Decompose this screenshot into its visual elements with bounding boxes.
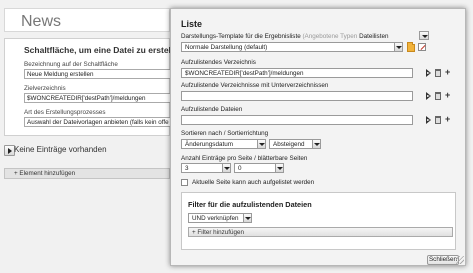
panel-title: Schaltfläche, um eine Datei zu erstellen	[24, 45, 184, 55]
template-label: Darstellungs-Template für die Ergebnisli…	[181, 33, 388, 40]
button-label-input[interactable]: Neue Meldung erstellen	[24, 69, 174, 79]
creation-type-select[interactable]: Auswahl der Dateivorlagen anbieten (fall…	[24, 117, 174, 127]
subdirs-actions: +	[426, 90, 452, 100]
sort-label: Sortieren nach / Sortierrichtung	[181, 130, 269, 137]
template-label-text: Darstellungs-Template für die Ergebnisli…	[181, 33, 301, 40]
directory-input[interactable]: $WONCREATEDIR['destPath']/meldungen	[181, 68, 413, 78]
directory-actions: +	[426, 67, 452, 77]
pages-select[interactable]: 0	[234, 163, 284, 173]
target-dir-input[interactable]: $WONCREATEDIR['destPath']/meldungen	[24, 93, 174, 103]
chevron-down-icon	[243, 214, 251, 222]
add-icon[interactable]: +	[445, 67, 450, 77]
resize-grip-icon[interactable]	[456, 256, 464, 264]
files-label: Aufzulistende Dateien	[181, 106, 243, 113]
dialog-title: Liste	[181, 19, 203, 29]
trash-icon[interactable]	[435, 116, 441, 124]
list-settings-dialog: Liste Darstellungs-Template für die Erge…	[170, 8, 466, 266]
folder-icon[interactable]	[407, 42, 415, 52]
sort-by-value: Änderungsdatum	[185, 141, 233, 148]
select-arrow-icon[interactable]	[426, 69, 431, 77]
page-title: News	[21, 13, 62, 30]
add-icon[interactable]: +	[445, 114, 450, 124]
per-page-select[interactable]: 3	[181, 163, 231, 173]
chevron-down-icon	[222, 164, 230, 172]
chevron-down-icon	[312, 140, 320, 148]
trash-icon[interactable]	[435, 69, 441, 77]
template-label-hint: (Angebotene Typen	[302, 33, 358, 40]
chevron-down-icon	[257, 140, 265, 148]
filter-combine-value: UND verknüpfen	[192, 215, 239, 222]
current-page-checkbox-label: Aktuelle Seite kann auch aufgelistet wer…	[192, 179, 315, 186]
template-select[interactable]: Normale Darstellung (default)	[181, 42, 403, 52]
creation-type-label: Art des Erstellungsprozesses	[24, 109, 106, 116]
select-arrow-icon[interactable]	[426, 116, 431, 124]
close-button[interactable]: Schließen	[427, 255, 459, 265]
subdirs-input[interactable]	[181, 91, 413, 101]
directory-label: Aufzulistendes Verzeichnis	[181, 59, 256, 66]
button-label-label: Bezeichnung auf der Schaltfläche	[24, 61, 118, 68]
news-header-bar: News	[4, 8, 170, 32]
files-actions: +	[426, 114, 452, 124]
add-element-bar: + Element hinzufügen	[4, 168, 170, 179]
select-arrow-icon[interactable]	[426, 92, 431, 100]
no-entries-text: Keine Einträge vorhanden	[14, 145, 107, 154]
filter-combine-select[interactable]: UND verknüpfen	[188, 213, 252, 223]
add-icon[interactable]: +	[445, 90, 450, 100]
sort-direction-select[interactable]: Absteigend	[269, 139, 321, 149]
per-page-value: 3	[185, 165, 189, 172]
sort-direction-value: Absteigend	[273, 141, 305, 148]
chevron-down-icon	[275, 164, 283, 172]
chevron-down-icon	[394, 43, 402, 51]
pages-value: 0	[238, 165, 242, 172]
template-select-value: Normale Darstellung (default)	[185, 44, 268, 51]
edit-template-icon[interactable]	[418, 43, 426, 51]
create-file-button-panel: Schaltfläche, um eine Datei zu erstellen…	[4, 38, 183, 136]
template-type-dropdown[interactable]	[419, 31, 429, 40]
template-type-value: Dateilisten	[359, 33, 389, 40]
target-dir-label: Zielverzeichnis	[24, 85, 66, 92]
subdirs-label: Aufzulistende Verzeichnisse mit Unterver…	[181, 82, 329, 89]
paging-label: Anzahl Einträge pro Seite / blätterbare …	[181, 155, 308, 162]
files-input[interactable]	[181, 115, 413, 125]
filter-title: Filter für die aufzulistenden Dateien	[188, 200, 312, 209]
trash-icon[interactable]	[435, 92, 441, 100]
current-page-checkbox[interactable]	[181, 179, 188, 186]
add-element-button[interactable]: + Element hinzufügen	[14, 170, 75, 177]
sort-by-select[interactable]: Änderungsdatum	[181, 139, 266, 149]
add-filter-button[interactable]: + Filter hinzufügen	[188, 227, 453, 237]
filter-panel: Filter für die aufzulistenden Dateien UN…	[181, 192, 456, 250]
